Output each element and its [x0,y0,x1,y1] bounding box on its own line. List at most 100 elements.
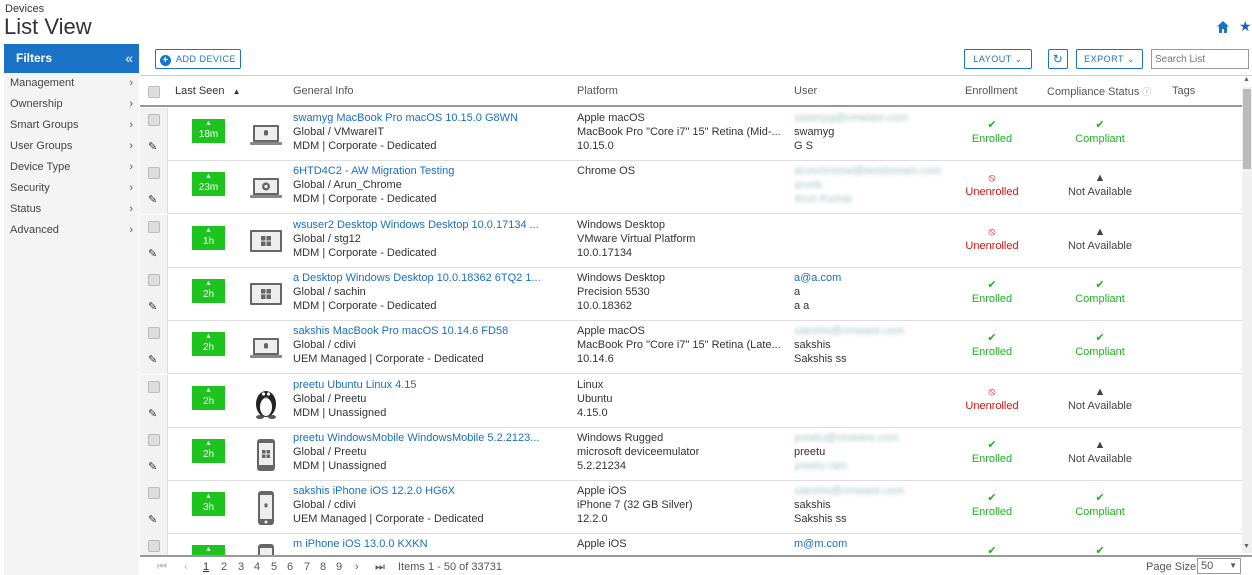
filter-item-label: Status [10,203,42,215]
col-general-info[interactable]: General Info [293,85,354,97]
table-row[interactable]: ✎ ▲ 2h preetu Ubuntu Linux 4.15 Global / Pre… [140,374,1242,428]
table-row[interactable]: ✎ ▲ m iPhone iOS 13.0.0 KXKN Apple iOS m@m.c… [140,534,1242,555]
user-line[interactable]: preetu@vmware.com [794,431,944,445]
row-controls: ✎ [140,427,168,481]
favorite-star-icon[interactable]: ★ [1239,19,1252,33]
page-link[interactable]: 4 [254,561,260,573]
export-button[interactable]: EXPORT ⌄ [1076,49,1143,69]
col-compliance[interactable]: Compliance Status ⓘ [1047,85,1151,98]
scroll-up-icon[interactable]: ▲ [1243,76,1250,83]
filter-item[interactable]: Management › [4,73,139,94]
user-line: G S [794,140,813,152]
col-tags[interactable]: Tags [1172,85,1195,97]
user-line[interactable]: sakshis@vmware.com [794,484,944,498]
filter-item[interactable]: Device Type › [4,157,139,178]
row-checkbox[interactable] [148,273,160,286]
home-icon[interactable] [1216,20,1230,34]
row-checkbox[interactable] [148,540,160,553]
page-link[interactable]: 6 [287,561,293,573]
edit-pencil-icon[interactable]: ✎ [148,460,157,473]
device-name-link[interactable]: a Desktop Windows Desktop 10.0.18362 6TQ… [293,271,563,285]
row-checkbox[interactable] [148,327,160,340]
table-row[interactable]: ✎ ▲ 2h a Desktop Windows Desktop 10.0.18362… [140,267,1242,321]
page-link[interactable]: 7 [304,561,310,573]
edit-pencil-icon[interactable]: ✎ [148,407,157,420]
col-last-seen[interactable]: Last Seen ▲ [175,85,241,97]
table-row[interactable]: ✎ ▲ 3h sakshis iPhone iOS 12.2.0 HG6X Global… [140,481,1242,535]
user-line[interactable]: sakshis@vmware.com [794,324,944,338]
chevron-right-icon: › [129,224,133,236]
user-line[interactable]: a@a.com [794,271,944,285]
edit-pencil-icon[interactable]: ✎ [148,300,157,313]
layout-button[interactable]: LAYOUT ⌄ [964,49,1032,69]
filter-item[interactable]: User Groups › [4,136,139,157]
filters-title: Filters [16,51,53,65]
device-name-link[interactable]: 6HTD4C2 - AW Migration Testing [293,164,563,178]
filter-item[interactable]: Smart Groups › [4,115,139,136]
platform-line: Chrome OS [577,165,636,178]
row-checkbox[interactable] [148,380,160,393]
device-name-link[interactable]: sakshis MacBook Pro macOS 10.14.6 FD58 [293,324,563,338]
last-page-icon[interactable]: ⏭ [375,561,385,574]
user-line[interactable]: arunchrome@testdomain.com [794,164,944,178]
device-name-link[interactable]: swamyg MacBook Pro macOS 10.15.0 G8WN [293,111,563,125]
refresh-button[interactable]: ↻ [1048,49,1068,69]
device-name-link[interactable]: preetu WindowsMobile WindowsMobile 5.2.2… [293,431,563,445]
row-checkbox[interactable] [148,114,160,126]
prev-page-icon[interactable]: ‹ [184,561,188,573]
add-device-button[interactable]: + ADD DEVICE [155,49,241,69]
last-seen-time: 1h [202,235,215,247]
row-checkbox[interactable] [148,220,160,233]
check-circle-icon: ✔ [1095,545,1105,555]
edit-pencil-icon[interactable]: ✎ [148,247,157,260]
edit-pencil-icon[interactable]: ✎ [148,140,157,153]
user-line: preetu ram [794,459,848,472]
row-checkbox[interactable] [148,167,160,180]
filter-item[interactable]: Advanced › [4,220,139,241]
scrollbar-thumb[interactable] [1243,89,1251,169]
filter-item[interactable]: Status › [4,199,139,220]
table-row[interactable]: ✎ ▲ 2h sakshis MacBook Pro macOS 10.14.6 FD… [140,321,1242,375]
page-link[interactable]: 1 [203,561,209,573]
page-link[interactable]: 9 [336,561,342,573]
device-name-link[interactable]: m iPhone iOS 13.0.0 KXKN [293,537,563,551]
edit-pencil-icon[interactable]: ✎ [148,193,157,206]
select-all-checkbox[interactable] [148,86,160,98]
table-row[interactable]: ✎ ▲ 1h wsuser2 Desktop Windows Desktop 10.0… [140,214,1242,268]
device-name-link[interactable]: wsuser2 Desktop Windows Desktop 10.0.171… [293,218,563,232]
page-link[interactable]: 5 [271,561,277,573]
row-checkbox[interactable] [148,433,160,446]
col-enrollment[interactable]: Enrollment [965,85,1018,97]
device-name-link[interactable]: sakshis iPhone iOS 12.2.0 HG6X [293,484,563,498]
page-size-select[interactable]: 50 ▼ [1197,558,1241,574]
check-circle-icon: ✔ [1095,492,1105,505]
collapse-sidebar-icon[interactable]: « [125,44,133,73]
filter-item[interactable]: Security › [4,178,139,199]
platform-line: iPhone 7 (32 GB Silver) [577,499,693,512]
user-line[interactable]: m@m.com [794,537,944,551]
edit-pencil-icon[interactable]: ✎ [148,353,157,366]
table-row[interactable]: ✎ ▲ 23m 6HTD4C2 - AW Migration Testing Globa… [140,161,1242,215]
user-line: sakshis [794,339,831,352]
search-input[interactable] [1151,49,1249,69]
scroll-down-icon[interactable]: ▼ [1243,543,1250,550]
user-line[interactable]: swamyg@vmware.com [794,111,944,125]
col-user[interactable]: User [794,85,817,97]
device-name-link[interactable]: preetu Ubuntu Linux 4.15 [293,378,563,392]
table-row[interactable]: ✎ ▲ 2h preetu WindowsMobile WindowsMobile 5… [140,427,1242,481]
page-link[interactable]: 8 [320,561,326,573]
page-link[interactable]: 2 [221,561,227,573]
user-line: sakshis [794,499,831,512]
next-page-icon[interactable]: › [355,561,359,573]
col-platform[interactable]: Platform [577,85,618,97]
table-row[interactable]: ✎ ▲ 18m swamyg MacBook Pro macOS 10.15.0 G8… [140,108,1242,161]
compliance-label: Compliant [1075,292,1125,305]
page-link[interactable]: 3 [238,561,244,573]
device-group: Global / Preetu [293,445,367,458]
first-page-icon[interactable]: ⏮ [157,561,167,574]
device-management: MDM | Unassigned [293,406,387,419]
edit-pencil-icon[interactable]: ✎ [148,513,157,526]
filter-item[interactable]: Ownership › [4,94,139,115]
filters-sidebar: Filters « Management › Ownership › Smart Gro… [4,44,139,575]
row-checkbox[interactable] [148,487,160,500]
